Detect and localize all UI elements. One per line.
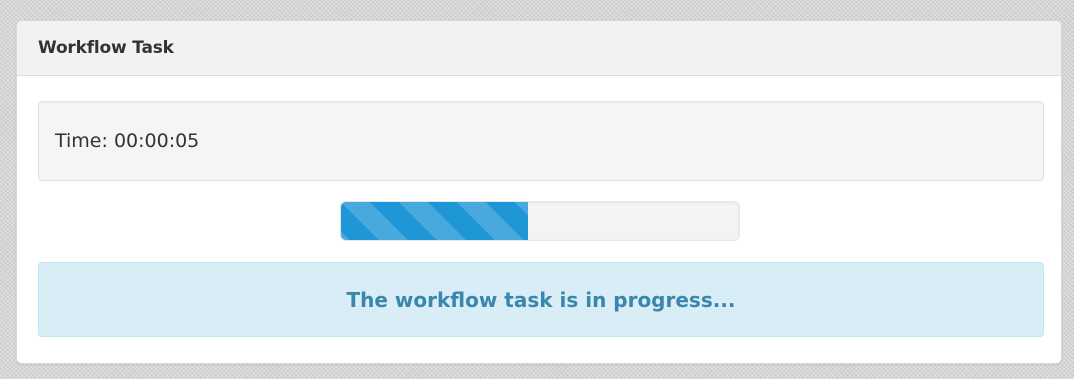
elapsed-time-box: Time: 00:00:05 [38, 101, 1044, 181]
progress-bar-track [340, 201, 740, 241]
progress-bar-fill [341, 202, 529, 240]
status-message: The workflow task is in progress... [346, 287, 736, 312]
status-alert: The workflow task is in progress... [38, 262, 1044, 337]
workflow-task-panel: Workflow Task Time: 00:00:05 The workflo… [16, 20, 1062, 364]
panel-title: Workflow Task [38, 38, 174, 58]
panel-heading: Workflow Task [17, 21, 1061, 76]
elapsed-time-text: Time: 00:00:05 [55, 130, 200, 152]
